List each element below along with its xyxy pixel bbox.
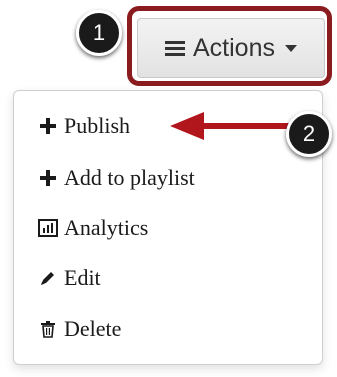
plus-icon (38, 116, 58, 136)
menu-item-add-to-playlist[interactable]: Add to playlist (38, 163, 195, 193)
caret-down-icon (284, 44, 297, 52)
menu-item-label: Edit (64, 265, 101, 290)
callout-number-2: 2 (286, 111, 332, 157)
callout-number-1: 1 (76, 10, 122, 56)
menu-item-delete[interactable]: Delete (38, 314, 121, 344)
list-icon (165, 40, 185, 56)
menu-item-publish[interactable]: Publish (38, 111, 130, 141)
pencil-icon (38, 268, 58, 288)
plus-icon (38, 168, 58, 188)
menu-item-label: Add to playlist (64, 165, 195, 190)
menu-item-label: Analytics (64, 215, 149, 240)
menu-item-analytics[interactable]: Analytics (38, 213, 148, 243)
menu-item-edit[interactable]: Edit (38, 263, 101, 293)
menu-item-label: Publish (64, 113, 131, 138)
trash-icon (38, 319, 58, 339)
actions-button[interactable]: Actions (137, 18, 325, 78)
callout-number-text: 2 (302, 121, 316, 146)
bar-chart-icon (38, 218, 58, 238)
actions-button-label: Actions (193, 33, 275, 62)
menu-item-label: Delete (64, 316, 122, 341)
callout-number-text: 1 (92, 20, 106, 45)
